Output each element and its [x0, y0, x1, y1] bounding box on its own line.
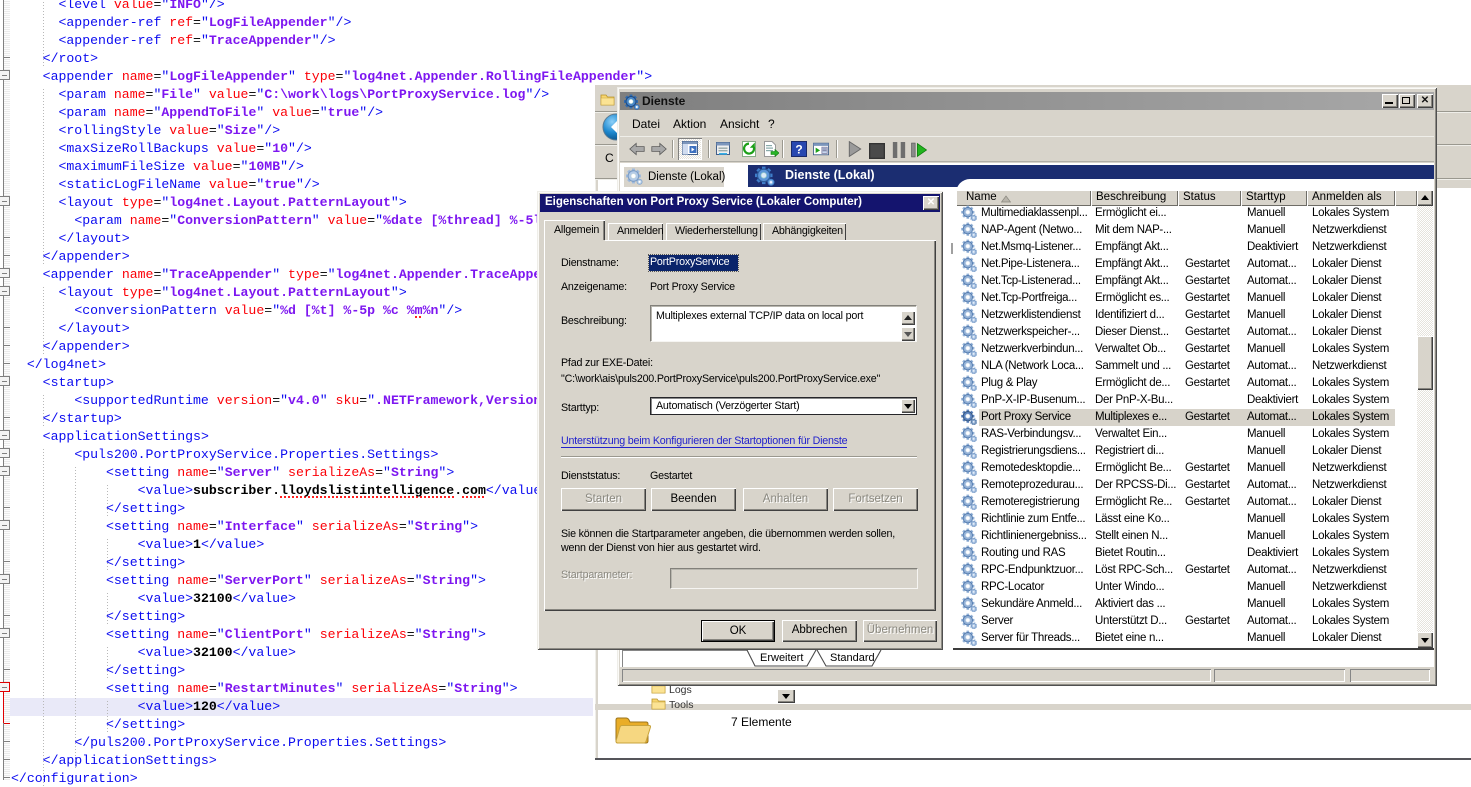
svg-text:?: ? — [795, 143, 802, 157]
